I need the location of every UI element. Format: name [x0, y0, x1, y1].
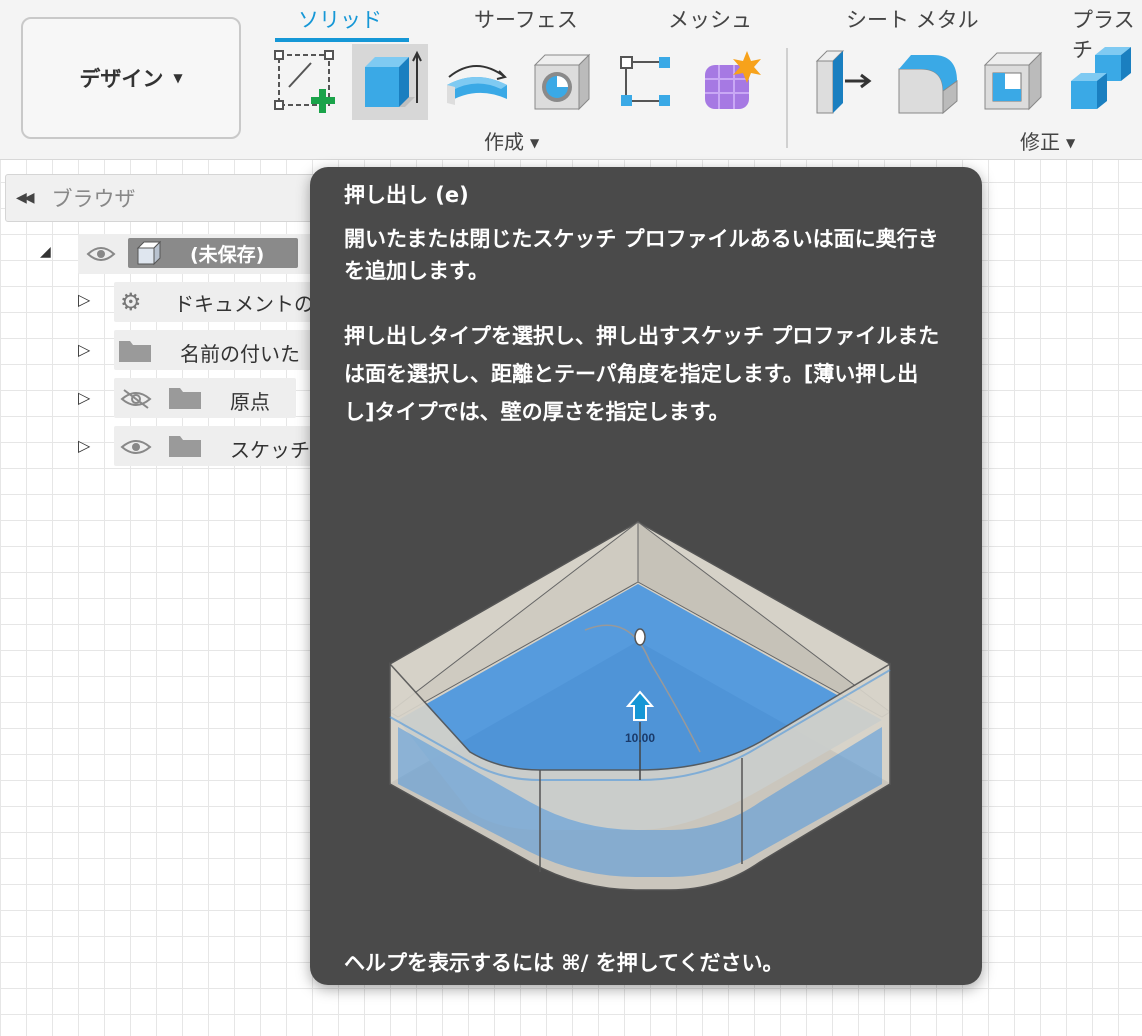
- toolbar: デザイン ▼ ソリッド サーフェス メッシュ シート メタル プラスチ 作成 ▼…: [0, 0, 1142, 160]
- chevron-down-icon: ▼: [1066, 136, 1076, 150]
- combine-button[interactable]: [1062, 44, 1138, 120]
- gear-icon: ⚙: [120, 288, 142, 316]
- browser-item-label: ドキュメントの: [174, 292, 314, 316]
- revolve-button[interactable]: [438, 44, 514, 120]
- hole-icon: [533, 53, 591, 111]
- revolve-icon: [447, 65, 507, 105]
- expand-triangle-icon[interactable]: ▷: [78, 290, 90, 309]
- browser-item-label: スケッチ: [230, 438, 310, 462]
- create-menu[interactable]: 作成 ▼: [484, 126, 539, 155]
- tab-mesh[interactable]: メッシュ: [668, 4, 752, 34]
- extrude-icon: [365, 50, 422, 107]
- workspace-switcher-button[interactable]: デザイン ▼: [21, 17, 241, 139]
- pattern-icon: [620, 56, 670, 106]
- browser-item-label: 名前の付いた: [180, 342, 300, 366]
- create-menu-label: 作成: [484, 130, 524, 154]
- fillet-button[interactable]: [890, 44, 966, 120]
- workspace-label: デザイン: [79, 67, 164, 91]
- extrude-button[interactable]: [352, 44, 428, 120]
- collapse-panel-icon[interactable]: ◀◀: [16, 190, 34, 206]
- tooltip-description: 開いたまたは閉じたスケッチ プロファイルあるいは面に奥行きを追加します。: [344, 227, 939, 283]
- extrude-illustration: 10.00: [389, 520, 891, 891]
- browser-title: ブラウザ: [51, 187, 136, 211]
- tooltip-title: 押し出し (e): [344, 183, 469, 207]
- chevron-down-icon: ▼: [173, 71, 183, 85]
- combine-icon: [1071, 47, 1131, 109]
- tooltip-details: 押し出しタイプを選択し、押し出すスケッチ プロファイルまたは面を選択し、距離とテ…: [344, 324, 940, 424]
- tab-surface[interactable]: サーフェス: [474, 4, 578, 34]
- collapse-triangle-icon[interactable]: ◢: [40, 244, 51, 260]
- press-pull-button[interactable]: [806, 44, 882, 120]
- tab-solid[interactable]: ソリッド: [298, 4, 382, 34]
- extrude-tooltip: 押し出し (e) 開いたまたは閉じたスケッチ プロファイルあるいは面に奥行きを追…: [310, 167, 982, 985]
- create-form-button[interactable]: [694, 44, 770, 120]
- component-icon: [136, 240, 162, 270]
- expand-triangle-icon[interactable]: ▷: [78, 388, 90, 407]
- chevron-down-icon: ▼: [530, 136, 540, 150]
- active-tab-indicator: [275, 38, 409, 42]
- create-form-icon: [705, 51, 761, 109]
- hole-button[interactable]: [524, 44, 600, 120]
- folder-icon: [168, 432, 202, 462]
- shell-icon: [983, 51, 1043, 111]
- modify-menu-label: 修正: [1020, 130, 1060, 154]
- pattern-button[interactable]: [608, 44, 684, 120]
- tooltip-help-hint: ヘルプを表示するには ⌘/ を押してください。: [344, 951, 784, 975]
- create-sketch-button[interactable]: [268, 44, 344, 120]
- press-pull-icon: [815, 50, 872, 114]
- folder-icon: [118, 337, 152, 367]
- visibility-hidden-icon[interactable]: [120, 388, 152, 414]
- expand-triangle-icon[interactable]: ▷: [78, 436, 90, 455]
- expand-triangle-icon[interactable]: ▷: [78, 340, 90, 359]
- shell-button[interactable]: [976, 44, 1052, 120]
- root-component-label: (未保存): [190, 244, 265, 266]
- extrude-distance-value: 10.00: [625, 731, 655, 745]
- visibility-eye-icon[interactable]: [120, 436, 152, 462]
- modify-menu[interactable]: 修正 ▼: [1020, 126, 1075, 155]
- browser-item-label: 原点: [230, 390, 270, 414]
- create-sketch-icon: [274, 50, 335, 113]
- folder-icon: [168, 384, 202, 414]
- tab-sheet-metal[interactable]: シート メタル: [846, 4, 979, 34]
- visibility-eye-icon[interactable]: [86, 244, 116, 268]
- fillet-icon: [898, 55, 958, 115]
- toolbar-divider: [786, 48, 788, 148]
- browser-panel-header: ◀◀ ブラウザ: [5, 174, 325, 222]
